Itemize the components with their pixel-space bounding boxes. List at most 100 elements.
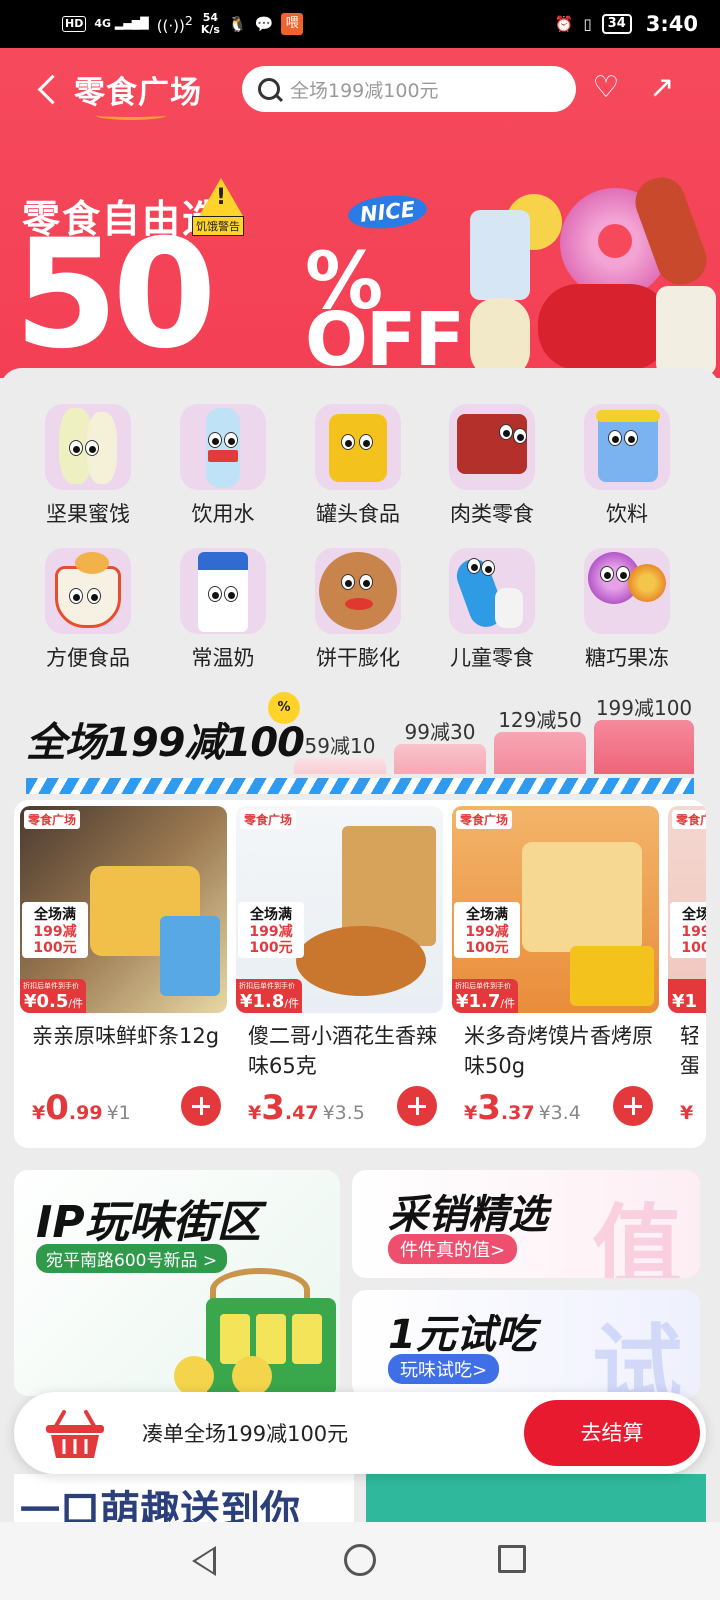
cart-bar: 凑单全场199减100元 去结算 [14,1392,706,1474]
product-name: 米多奇烤馍片香烤原味50g [464,1024,653,1078]
nuts-icon [45,404,131,490]
tag-price: 1.8 [252,991,285,1012]
add-to-cart-button[interactable] [181,1086,221,1126]
next-section-peek: 一口萌趣送到你 [14,1474,706,1526]
app-notification-icon: 喂 [281,13,304,35]
category-milk[interactable]: 常温奶 [163,548,283,672]
clock: 3:40 [645,12,698,36]
original-price: ¥3.4 [538,1102,581,1124]
meat-snack-icon [449,404,535,490]
milk-carton-icon [470,210,530,300]
product-price: ¥3.37 ¥3.4 [464,1088,581,1128]
currency: ¥ [680,1102,694,1124]
kids-snack-icon [449,548,535,634]
vibrate-icon: ▯ [583,15,592,33]
tier-label: 129减50 [498,708,582,732]
tile-title: 1元试吃 [388,1312,536,1358]
product-name: 轻蛋 [680,1024,698,1078]
battery-indicator: 34 [601,14,632,34]
product-name: 亲亲原味鲜虾条12g [32,1024,220,1048]
category-candy[interactable]: 糖巧果冻 [567,548,687,672]
search-placeholder: 全场199减100元 [290,79,439,102]
price-unit: /件 [68,997,84,1010]
milk-carton-icon [180,548,266,634]
promo-tag-line: 199减 [681,924,706,940]
one-yuan-trial-tile[interactable]: 试 1元试吃 玩味试吃> [352,1290,700,1398]
product-image: 零食广场 全场满 199减 100元 折扣后单件到手价 ¥1.8/件 [236,806,443,1013]
product-card[interactable]: 零食广场 全场满 199减 100元 ¥1 轻蛋 ¥ [668,806,706,1124]
category-grid: 坚果蜜饯 饮用水 罐头食品 肉类零食 饮料 方便食品 常温奶 饼干膨化 儿童零食… [0,368,720,688]
network-type: 4G [94,17,112,30]
favorite-icon[interactable]: ♡ [588,70,624,106]
search-input[interactable]: 全场199减100元 [242,66,576,112]
promo-tag-line: 全场满 [250,907,292,923]
category-canned[interactable]: 罐头食品 [298,404,418,528]
category-biscuits[interactable]: 饼干膨化 [298,548,418,672]
currency: ¥ [240,991,253,1012]
shop-tag: 零食广场 [672,810,706,829]
system-nav-bar [0,1522,720,1600]
promo-section: 全场199减100 % 59减10 99减30 129减50 199减100 [0,692,720,788]
promo-title: 全场199减100 [26,720,305,766]
promo-tag: 全场满 199减 100元 [454,902,520,958]
back-icon[interactable] [28,70,66,108]
category-label: 儿童零食 [450,646,534,670]
tier-2[interactable]: 99减30 [394,720,486,774]
category-kids[interactable]: 儿童零食 [432,548,552,672]
hotspot-icon: ((·))2 [156,13,193,35]
tier-4[interactable]: 199减100 [594,696,694,774]
instant-noodle-icon [45,548,131,634]
final-price-tag: ¥1 [668,979,706,1013]
ip-street-tile[interactable]: IP玩味街区 宛平南路600号新品 > [14,1170,340,1396]
percent-badge-icon: % [268,692,300,724]
original-price: ¥1 [106,1102,131,1124]
tier-label: 99减30 [404,720,476,744]
product-price: ¥3.47 ¥3.5 [248,1088,365,1128]
promo-tag-line: 100元 [33,940,77,956]
promo-tag-line: 全场满 [34,907,76,923]
product-card[interactable]: 零食广场 全场满 199减 100元 折扣后单件到手价 ¥0.5/件 亲亲原味鲜… [20,806,227,1128]
tile-subtitle: 玩味试吃> [388,1354,500,1384]
category-meat[interactable]: 肉类零食 [432,404,552,528]
category-drinks[interactable]: 饮料 [567,404,687,528]
trial-deco-icon: 试 [592,1315,682,1398]
wechat-icon: 💬 [254,15,274,33]
price-int: 3 [261,1088,285,1128]
product-card[interactable]: 零食广场 全场满 199减 100元 折扣后单件到手价 ¥1.7/件 米多奇烤馍… [452,806,659,1128]
currency: ¥ [456,991,469,1012]
product-card[interactable]: 零食广场 全场满 199减 100元 折扣后单件到手价 ¥1.8/件 傻二哥小酒… [236,806,443,1128]
tag-price: 1 [684,991,698,1012]
hd-indicator: HD [62,16,87,32]
checkout-button[interactable]: 去结算 [524,1400,700,1466]
promo-stripe [26,778,694,794]
share-icon[interactable]: ↗ [644,70,680,106]
add-to-cart-button[interactable] [397,1086,437,1126]
category-label: 饮用水 [191,502,255,526]
add-to-cart-button[interactable] [613,1086,653,1126]
featured-picks-tile[interactable]: 值 采销精选 件件真的值> [352,1170,700,1278]
promo-tag-line: 全场满 [682,907,706,923]
nav-recents-icon[interactable] [498,1545,526,1573]
category-instant[interactable]: 方便食品 [28,548,148,672]
lollipop-icon [584,548,670,634]
currency: ¥ [672,991,685,1012]
price-unit: /件 [500,997,516,1010]
category-water[interactable]: 饮用水 [163,404,283,528]
product-carousel: 零食广场 全场满 199减 100元 折扣后单件到手价 ¥0.5/件 亲亲原味鲜… [14,800,706,1148]
search-icon [258,78,280,100]
category-label: 常温奶 [191,646,255,670]
tier-1[interactable]: 59减10 [294,734,386,774]
tier-3[interactable]: 129减50 [494,708,586,774]
nav-home-icon[interactable] [344,1544,376,1576]
tile-subtitle: 件件真的值> [388,1234,518,1264]
nav-back-icon[interactable] [192,1546,216,1576]
category-nuts[interactable]: 坚果蜜饯 [28,404,148,528]
tag-price: 0.5 [36,991,69,1012]
water-bottle-icon [180,404,266,490]
status-bar: HD 4G ▂▄▆█ ((·))2 54 K/s 🐧 💬 喂 ⏰ ▯ 34 3:4… [0,0,720,48]
shop-tag: 零食广场 [456,810,513,829]
drink-cup-icon [584,404,670,490]
promo-tag: 全场满 199减 100元 [238,902,304,958]
shopping-basket-icon[interactable] [44,1408,106,1460]
nice-badge: NICE [346,191,429,233]
